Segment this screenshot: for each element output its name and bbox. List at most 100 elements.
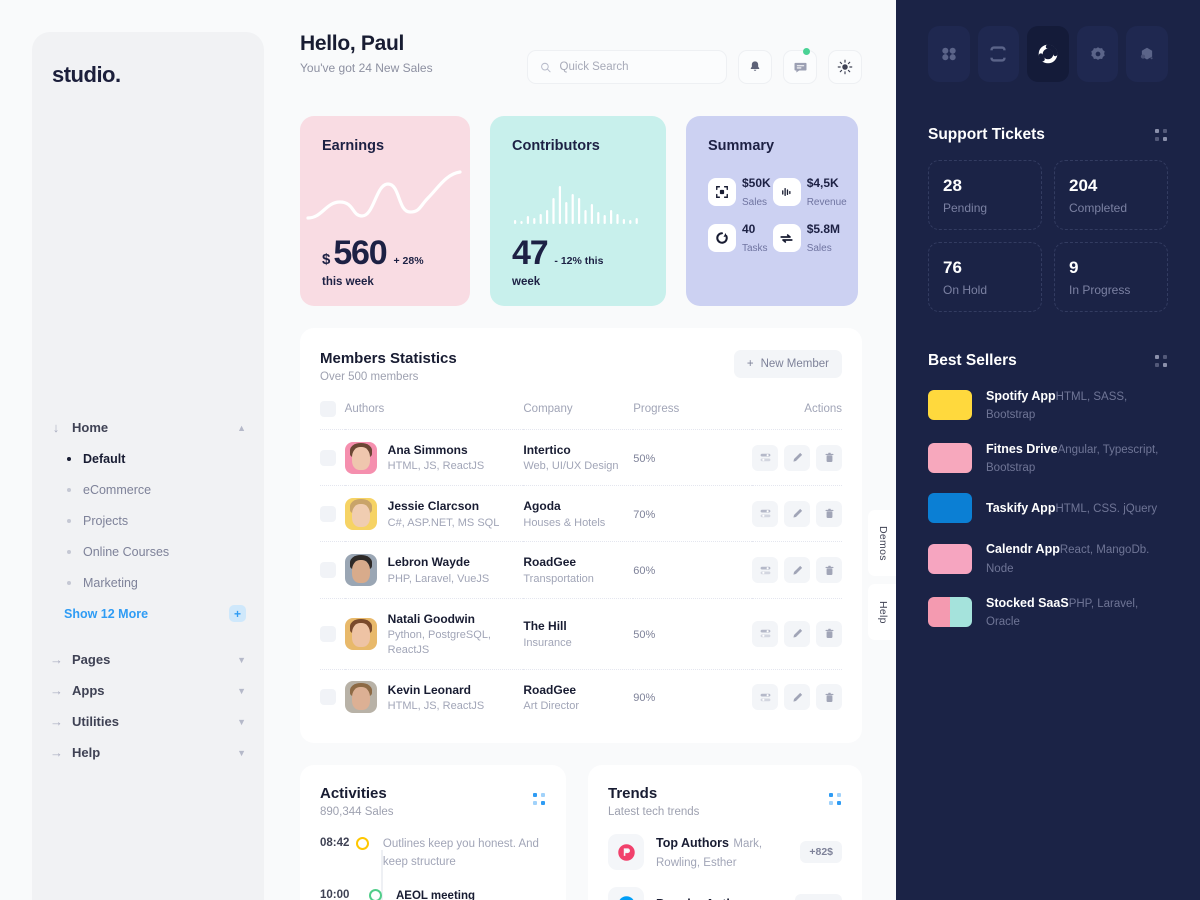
- summary-grid: $50K Sales $4,5K Revenue 40 Tasks $5.8M …: [708, 174, 847, 256]
- sidebar-item-ecommerce[interactable]: eCommerce: [64, 474, 246, 505]
- settings-action-button[interactable]: [752, 684, 778, 711]
- donut-icon-button[interactable]: [1027, 26, 1069, 82]
- theme-toggle-button[interactable]: [828, 50, 862, 84]
- row-checkbox[interactable]: [320, 562, 336, 579]
- delete-action-button[interactable]: [816, 444, 842, 471]
- author-skills: C#, ASP.NET, MS SQL: [387, 516, 500, 529]
- trends-title: Trends: [608, 785, 658, 803]
- summary-card[interactable]: Summary $50K Sales $4,5K Revenue 40 Task…: [686, 116, 858, 306]
- ticket-label: Pending: [943, 200, 988, 215]
- delete-action-button[interactable]: [816, 557, 842, 584]
- trends-menu-icon[interactable]: [829, 793, 842, 806]
- column-progress[interactable]: Progress: [633, 397, 752, 430]
- sidebar-item-label: Marketing: [83, 575, 138, 590]
- chevron-down-icon[interactable]: ▼: [237, 717, 246, 727]
- settings-action-button[interactable]: [752, 620, 778, 647]
- edit-action-button[interactable]: [784, 557, 810, 584]
- gear-icon-button[interactable]: [1076, 26, 1119, 82]
- table-row[interactable]: Jessie Clarcson C#, ASP.NET, MS SQL Agoda H…: [320, 485, 842, 543]
- row-checkbox[interactable]: [320, 689, 336, 706]
- chevron-down-icon[interactable]: ▼: [237, 748, 246, 758]
- ticket-stat-completed[interactable]: 204 Completed: [1054, 160, 1168, 230]
- edit-action-button[interactable]: [784, 500, 810, 527]
- settings-action-button[interactable]: [752, 444, 778, 471]
- sidebar-group-apps[interactable]: → Apps ▼: [50, 675, 246, 706]
- contributors-card[interactable]: Contributors 47 - 12% this week: [490, 116, 666, 306]
- side-tab-help[interactable]: Help: [868, 584, 898, 640]
- sidebar-group-home[interactable]: ↓ Home ▲: [50, 412, 246, 443]
- sidebar-item-label: Default: [83, 451, 126, 466]
- ticket-stat-pending[interactable]: 28 Pending: [928, 160, 1042, 230]
- settings-action-button[interactable]: [752, 557, 778, 584]
- activities-menu-icon[interactable]: [533, 793, 546, 806]
- sidebar-group-utilities[interactable]: → Utilities ▼: [50, 706, 246, 737]
- table-row[interactable]: Ana Simmons HTML, JS, ReactJS Intertico Web…: [320, 429, 842, 487]
- actions-cell: [752, 541, 842, 599]
- column-authors[interactable]: Authors: [344, 397, 524, 430]
- trend-item[interactable]: Top Authors Mark, Rowling, Esther +82$: [608, 834, 842, 871]
- best-sellers-menu-icon[interactable]: [1155, 354, 1168, 368]
- brand-logo[interactable]: studio.: [32, 62, 264, 88]
- table-row[interactable]: Kevin Leonard HTML, JS, ReactJS RoadGee Art…: [320, 669, 842, 725]
- cube-icon-button[interactable]: [1126, 26, 1168, 82]
- sidebar-show-more[interactable]: Show 12 More +: [64, 598, 246, 629]
- earnings-card[interactable]: Earnings $ 560 + 28% this week: [300, 116, 470, 306]
- notifications-button[interactable]: [738, 50, 772, 84]
- author-cell: Kevin Leonard HTML, JS, ReactJS: [344, 669, 524, 725]
- column-company[interactable]: Company: [523, 397, 634, 430]
- summary-cell-revenue[interactable]: $4,5K Revenue: [772, 174, 847, 210]
- delete-action-button[interactable]: [816, 500, 842, 527]
- sidebar-item-online-courses[interactable]: Online Courses: [64, 536, 246, 567]
- search-box[interactable]: [527, 50, 727, 84]
- settings-action-button[interactable]: [752, 500, 778, 527]
- sidebar-group-help[interactable]: → Help ▼: [50, 737, 246, 768]
- sidebar-item-label: Projects: [83, 513, 129, 528]
- chevron-up-icon[interactable]: ▲: [237, 423, 246, 433]
- activities-title: Activities: [320, 785, 387, 803]
- summary-title: Summary: [708, 138, 775, 154]
- summary-cell-sales2[interactable]: $5.8M Sales: [772, 220, 847, 256]
- best-seller-item[interactable]: Fitnes DriveAngular, Typescript, Bootstr…: [928, 440, 1168, 476]
- ticket-stat-on-hold[interactable]: 76 On Hold: [928, 242, 1042, 312]
- edit-action-button[interactable]: [784, 620, 810, 647]
- box-icon-button[interactable]: [977, 26, 1020, 82]
- best-seller-item[interactable]: Calendr AppReact, MangoDb. Node: [928, 540, 1168, 576]
- sidebar-group-label: Home: [72, 420, 109, 435]
- best-seller-item[interactable]: Spotify AppHTML, SASS, Bootstrap: [928, 387, 1168, 423]
- delete-action-button[interactable]: [816, 620, 842, 647]
- select-all-checkbox[interactable]: [320, 401, 336, 417]
- ticket-stat-in-progress[interactable]: 9 In Progress: [1054, 242, 1168, 312]
- search-input[interactable]: [559, 61, 714, 73]
- row-checkbox[interactable]: [320, 449, 336, 466]
- edit-action-button[interactable]: [784, 444, 810, 471]
- activity-item[interactable]: 08:42 Outlines keep you honest. And keep…: [320, 836, 546, 872]
- summary-cell-tasks[interactable]: 40 Tasks: [708, 220, 771, 256]
- sidebar-item-projects[interactable]: Projects: [64, 505, 246, 536]
- side-tab-demos[interactable]: Demos: [868, 510, 898, 576]
- delete-action-button[interactable]: [816, 684, 842, 711]
- row-checkbox[interactable]: [320, 505, 336, 522]
- show-more-label: Show 12 More: [64, 606, 149, 621]
- activity-item[interactable]: 10:00 AEOL meeting: [320, 888, 546, 900]
- row-checkbox[interactable]: [320, 625, 336, 642]
- new-member-button[interactable]: + New Member: [733, 350, 842, 378]
- trend-item[interactable]: Popular Authors +280$: [608, 886, 842, 900]
- chevron-down-icon[interactable]: ▼: [237, 686, 246, 696]
- summary-cell-sales[interactable]: $50K Sales: [708, 174, 771, 210]
- sidebar-sub-home: Default eCommerce Projects Online Course…: [50, 443, 246, 629]
- left-sidebar: studio. ↓ Home ▲ Default eCommerce Proje: [32, 32, 264, 900]
- best-seller-item[interactable]: Stocked SaaSPHP, Laravel, Oracle: [928, 594, 1168, 630]
- chevron-down-icon[interactable]: ▼: [237, 655, 246, 665]
- clover-icon-button[interactable]: [928, 26, 970, 82]
- sidebar-group-pages[interactable]: → Pages ▼: [50, 644, 246, 675]
- plus-icon[interactable]: +: [229, 605, 246, 622]
- table-row[interactable]: Natali Goodwin Python, PostgreSQL, ReactJ…: [320, 598, 842, 670]
- messages-button[interactable]: [783, 48, 817, 84]
- sidebar-item-default[interactable]: Default: [64, 443, 246, 474]
- product-thumbnail: [928, 543, 972, 574]
- best-seller-item[interactable]: Taskify AppHTML, CSS. jQuery: [928, 493, 1168, 524]
- edit-action-button[interactable]: [784, 684, 810, 711]
- table-row[interactable]: Lebron Wayde PHP, Laravel, VueJS RoadGee Tr…: [320, 541, 842, 599]
- sidebar-item-marketing[interactable]: Marketing: [64, 567, 246, 598]
- support-tickets-menu-icon[interactable]: [1155, 128, 1168, 142]
